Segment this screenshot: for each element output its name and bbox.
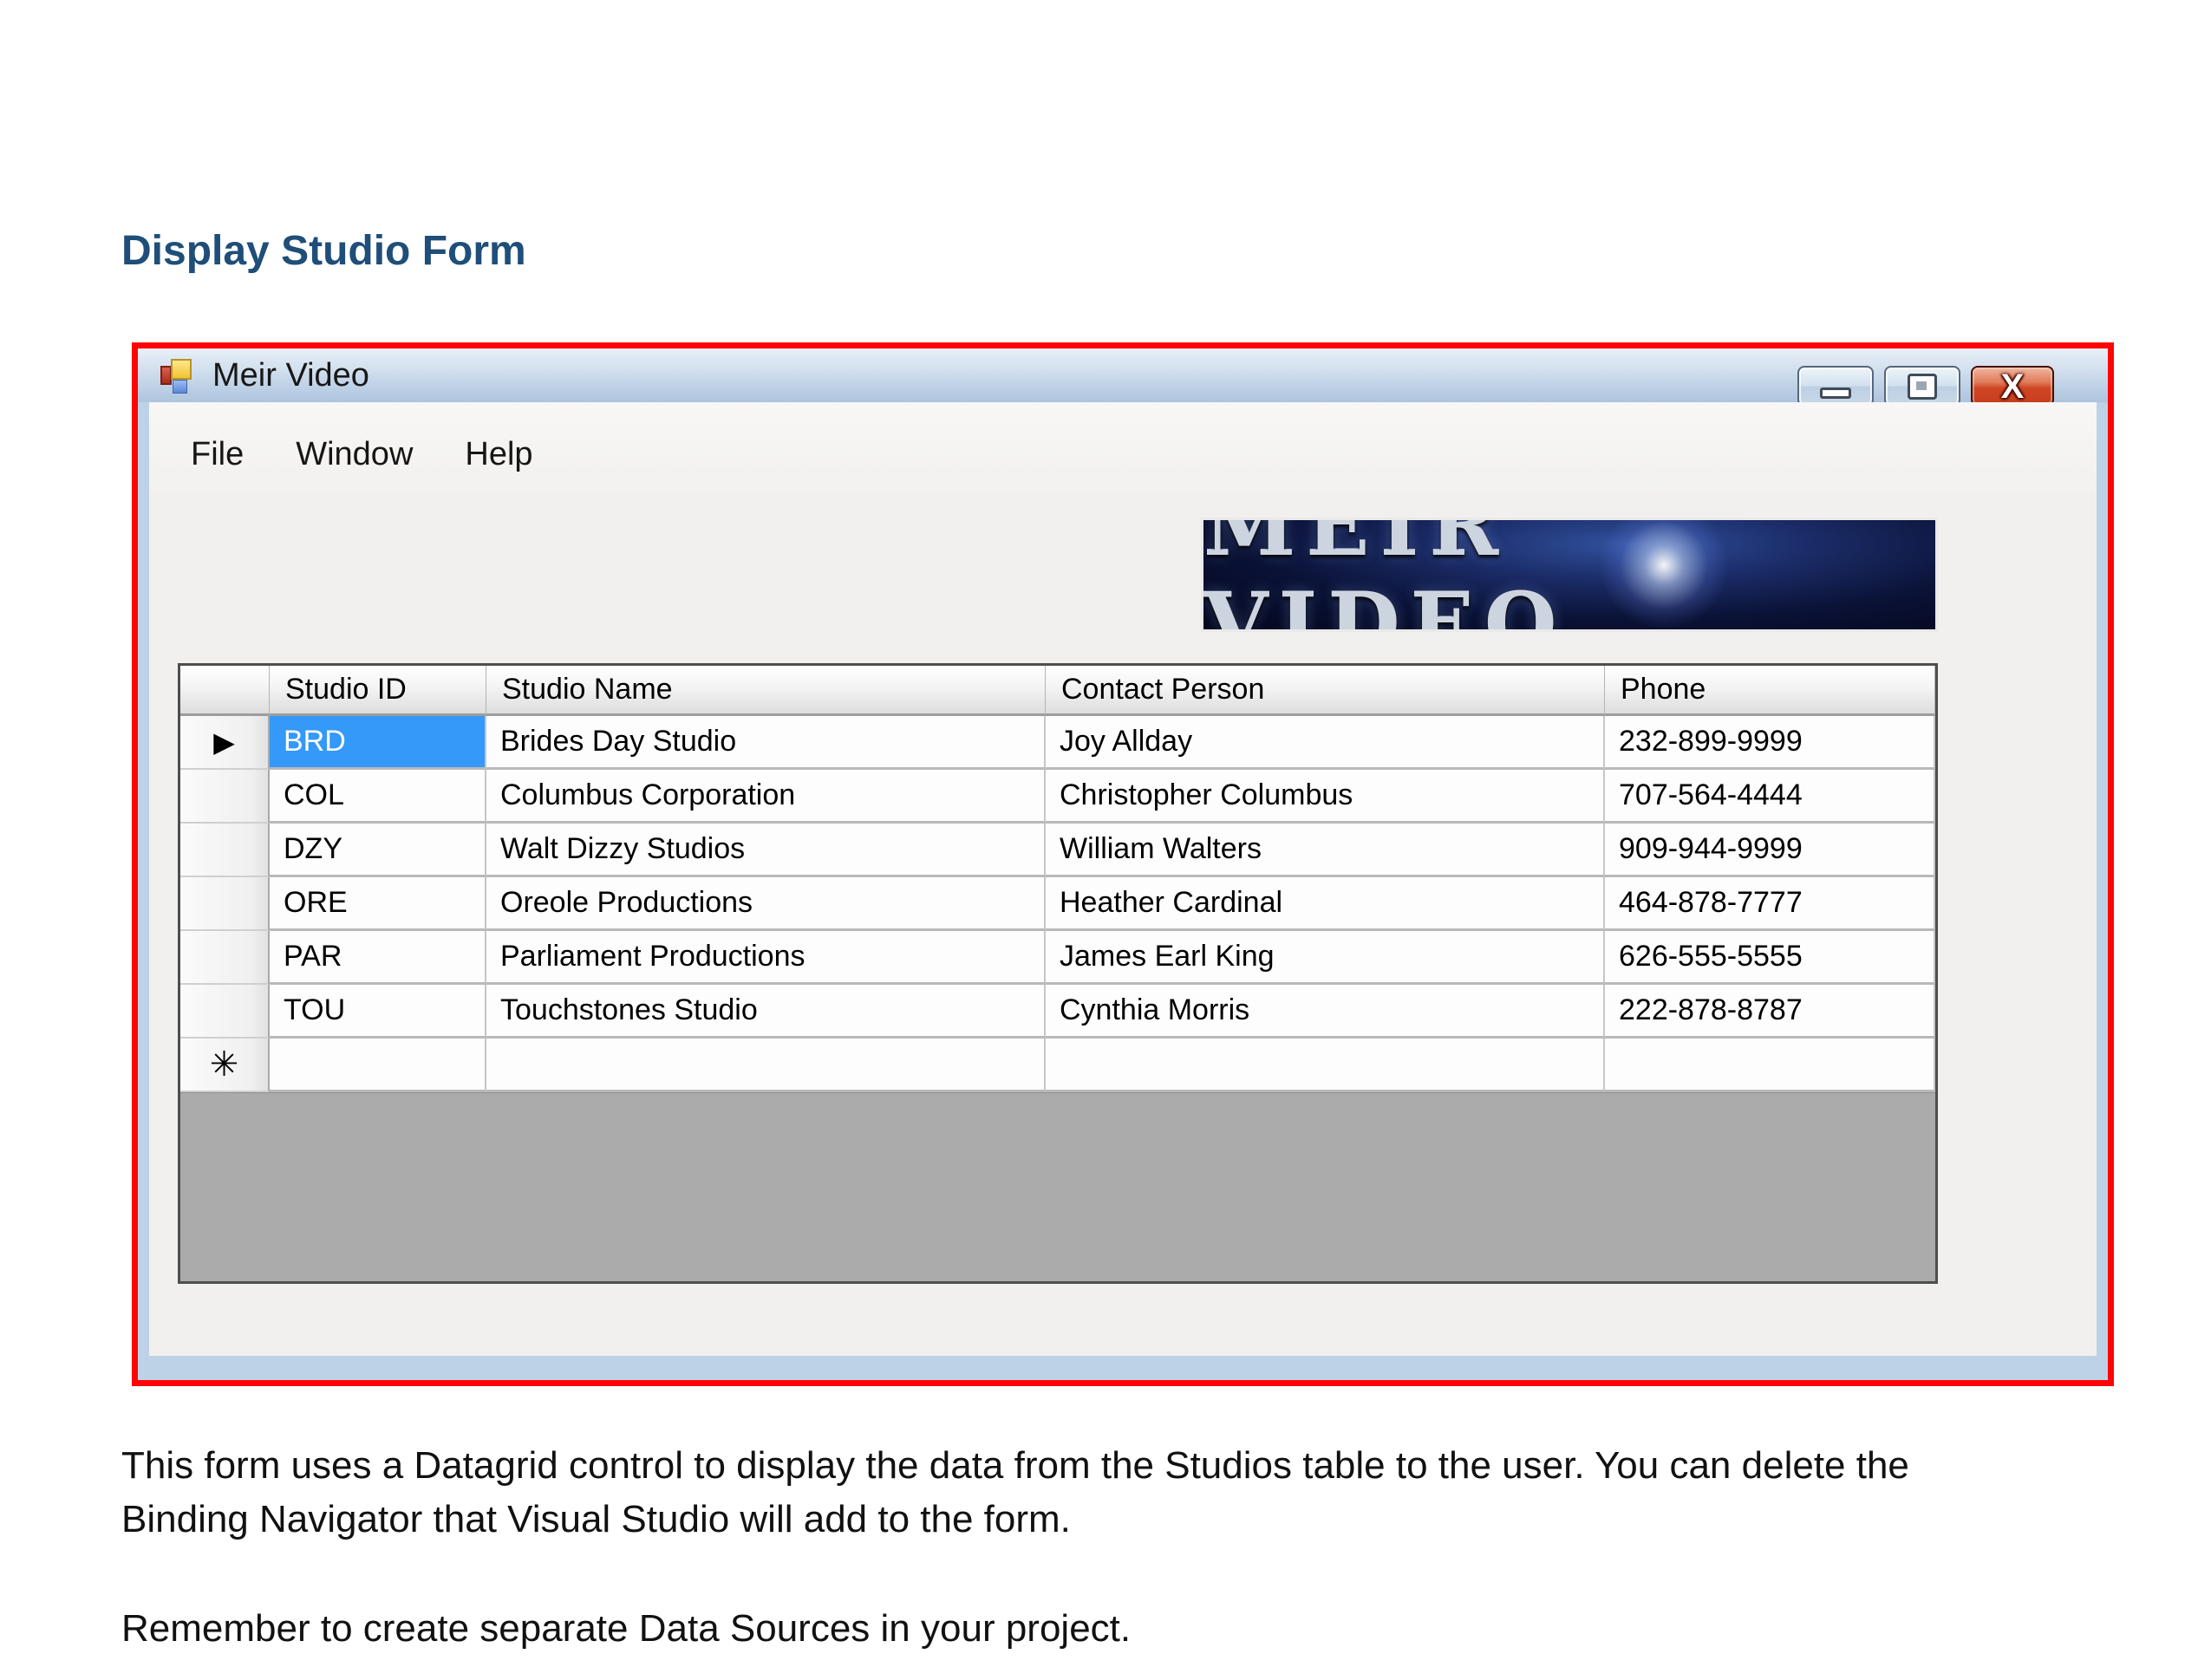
grid-cell-studio_id[interactable] [270,1039,486,1092]
grid-cell-contact_person[interactable]: Cynthia Morris [1046,985,1605,1039]
new-row-icon: ✳ [210,1045,239,1084]
grid-cell-studio_name[interactable]: Parliament Productions [486,931,1046,985]
grid-cell-phone[interactable]: 222-878-8787 [1605,985,1935,1039]
column-header-studio-id[interactable]: Studio ID [270,666,486,716]
row-header[interactable] [180,770,270,824]
grid-cell-studio_id[interactable]: PAR [270,931,486,985]
column-header-studio-name[interactable]: Studio Name [486,666,1046,716]
grid-row: PARParliament ProductionsJames Earl King… [180,931,1935,985]
current-row-icon: ▶ [213,726,235,759]
grid-empty-background [180,1092,1935,1281]
close-button[interactable]: X [1971,366,2054,407]
grid-row: TOUTouchstones StudioCynthia Morris222-8… [180,985,1935,1039]
grid-cell-phone[interactable]: 909-944-9999 [1605,824,1935,877]
row-header[interactable] [180,985,270,1039]
grid-cell-contact_person[interactable]: Heather Cardinal [1046,877,1605,931]
row-header[interactable] [180,824,270,877]
grid-cell-phone[interactable]: 707-564-4444 [1605,770,1935,824]
grid-cell-phone[interactable]: 626-555-5555 [1605,931,1935,985]
grid-cell-studio_name[interactable]: Columbus Corporation [486,770,1046,824]
grid-cell-studio_name[interactable]: Oreole Productions [486,877,1046,931]
grid-cell-phone[interactable]: 464-878-7777 [1605,877,1935,931]
column-header-contact-person[interactable]: Contact Person [1046,666,1605,716]
grid-cell-studio_name[interactable] [486,1039,1046,1092]
grid-row: OREOreole ProductionsHeather Cardinal464… [180,877,1935,931]
grid-cell-phone[interactable]: 232-899-9999 [1605,716,1935,770]
winforms-app-icon [160,357,195,394]
grid-row: ▶ BRDBrides Day StudioJoy Allday232-899-9… [180,716,1935,770]
maximize-button[interactable] [1884,366,1960,407]
studios-datagrid: Studio ID Studio Name Contact Person Pho… [178,663,1938,1284]
row-header[interactable] [180,931,270,985]
form-screenshot-frame: Meir Video X File Window Help MEIR VIDEO [132,342,2114,1386]
page-title: Display Studio Form [121,227,526,275]
grid-cell-contact_person[interactable]: William Walters [1046,824,1605,877]
grid-cell-contact_person[interactable]: Joy Allday [1046,716,1605,770]
menu-item-help[interactable]: Help [439,436,558,473]
grid-cell-contact_person[interactable]: James Earl King [1046,931,1605,985]
body-paragraph: This form uses a Datagrid control to dis… [121,1439,1909,1547]
lens-flare [1599,520,1729,629]
grid-cell-studio_name[interactable]: Touchstones Studio [486,985,1046,1039]
menu-item-file[interactable]: File [165,436,270,473]
row-header[interactable] [180,877,270,931]
app-window: Meir Video X File Window Help MEIR VIDEO [138,348,2108,1380]
grid-cell-studio_id[interactable]: ORE [270,877,486,931]
row-header[interactable]: ▶ [180,716,270,770]
grid-cell-contact_person[interactable]: Christopher Columbus [1046,770,1605,824]
body-paragraph: Remember to create separate Data Sources… [121,1602,1131,1656]
minimize-button[interactable] [1797,366,1874,407]
grid-row: COLColumbus CorporationChristopher Colum… [180,770,1935,824]
grid-cell-studio_id[interactable]: TOU [270,985,486,1039]
grid-cell-contact_person[interactable] [1046,1039,1605,1092]
grid-cell-studio_id[interactable]: COL [270,770,486,824]
meir-video-logo: MEIR VIDEO [1203,520,1935,629]
grid-header-row: Studio ID Studio Name Contact Person Pho… [180,666,1935,716]
paragraph-line: Binding Navigator that Visual Studio wil… [121,1493,1909,1547]
grid-rows: ▶ BRDBrides Day StudioJoy Allday232-899-9… [180,716,1935,1039]
window-titlebar[interactable]: Meir Video X [138,348,2108,402]
grid-new-row[interactable]: ✳ [180,1039,1935,1092]
grid-corner-cell[interactable] [180,666,270,716]
column-header-phone[interactable]: Phone [1605,666,1935,716]
menu-item-window[interactable]: Window [270,436,439,473]
grid-row: DZYWalt Dizzy StudiosWilliam Walters909-… [180,824,1935,877]
window-controls: X [1797,366,2054,407]
close-icon: X [2001,369,2025,404]
row-header[interactable]: ✳ [180,1039,270,1092]
menu-bar: File Window Help [149,402,2097,492]
logo-text: MEIR VIDEO [1203,520,1935,629]
paragraph-line: This form uses a Datagrid control to dis… [121,1439,1909,1493]
grid-cell-studio_id[interactable]: DZY [270,824,486,877]
grid-cell-phone[interactable] [1605,1039,1935,1092]
window-client-area: File Window Help MEIR VIDEO Studio ID St… [149,402,2097,1356]
minimize-icon [1820,387,1851,399]
grid-cell-studio_name[interactable]: Brides Day Studio [486,716,1046,770]
maximize-icon [1908,374,1937,400]
grid-cell-studio_name[interactable]: Walt Dizzy Studios [486,824,1046,877]
window-title: Meir Video [212,357,369,394]
paragraph-line: Remember to create separate Data Sources… [121,1602,1131,1656]
grid-cell-studio_id[interactable]: BRD [270,716,486,770]
